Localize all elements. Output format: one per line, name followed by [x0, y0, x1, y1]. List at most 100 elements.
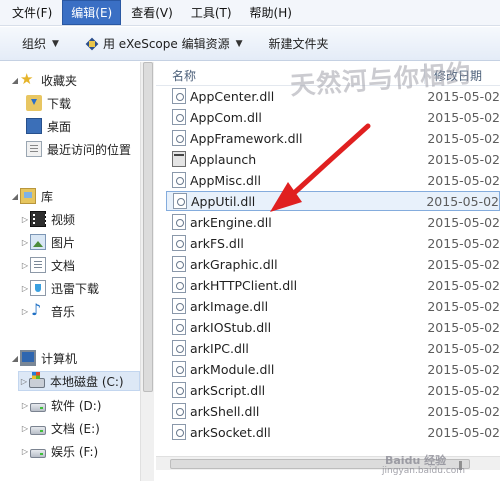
dll-file-icon: [172, 298, 186, 314]
nav-drive-c[interactable]: ▷ 本地磁盘 (C:): [18, 371, 140, 391]
nav-downloads[interactable]: 下载: [26, 93, 71, 113]
dll-file-icon: [172, 319, 186, 335]
nav-favorites[interactable]: ◢ 收藏夹: [10, 70, 77, 90]
file-list: AppCenter.dll 2015-05-02 AppCom.dll 2015-05…: [156, 86, 500, 456]
nav-label: 下载: [47, 96, 72, 111]
nav-computer[interactable]: ◢ 计算机: [10, 348, 77, 368]
file-name: AppUtil.dll: [191, 193, 256, 209]
nav-label: 库: [41, 189, 54, 204]
nav-scrollbar[interactable]: [140, 62, 154, 481]
open-with-button[interactable]: 用 eXeScope 编辑资源 ▼: [85, 35, 243, 52]
xunlei-download-icon: [30, 280, 46, 296]
desktop-icon: [26, 118, 42, 134]
open-with-label: 用 eXeScope 编辑资源: [102, 37, 230, 51]
file-name: AppFramework.dll: [190, 130, 303, 146]
file-name: arkShell.dll: [190, 403, 260, 419]
nav-label: 软件 (D:): [51, 398, 102, 413]
file-row[interactable]: AppFramework.dll 2015-05-02: [166, 128, 500, 148]
collapse-icon[interactable]: ◢: [10, 192, 20, 201]
library-icon: [20, 188, 36, 204]
file-name: AppMisc.dll: [190, 172, 261, 188]
file-row[interactable]: arkShell.dll 2015-05-02: [166, 401, 500, 421]
nav-label: 桌面: [47, 119, 72, 134]
file-row[interactable]: Applaunch 2015-05-02: [166, 149, 500, 169]
dll-file-icon: [172, 424, 186, 440]
nav-label: 计算机: [41, 351, 78, 366]
file-name: arkIPC.dll: [190, 340, 249, 356]
nav-library[interactable]: ◢ 库: [10, 186, 53, 206]
file-row[interactable]: arkModule.dll 2015-05-02: [166, 359, 500, 379]
menu-tools[interactable]: 工具(T): [183, 1, 240, 24]
expand-icon[interactable]: ▷: [19, 377, 29, 386]
organize-label: 组织: [22, 37, 47, 51]
chevron-down-icon: ▼: [235, 38, 243, 49]
file-row[interactable]: arkHTTPClient.dll 2015-05-02: [166, 275, 500, 295]
collapse-icon[interactable]: ◢: [10, 354, 20, 363]
dll-file-icon: [172, 277, 186, 293]
column-name[interactable]: 名称: [172, 67, 196, 84]
file-date: 2015-05-02: [427, 214, 500, 230]
nav-scrollbar-thumb[interactable]: [143, 62, 153, 392]
dll-file-icon: [173, 193, 187, 209]
file-row[interactable]: arkImage.dll 2015-05-02: [166, 296, 500, 316]
nav-recent[interactable]: 最近访问的位置: [26, 139, 131, 159]
file-date: 2015-05-02: [427, 424, 500, 440]
organize-button[interactable]: 组织 ▼: [22, 35, 59, 52]
file-row[interactable]: arkIOStub.dll 2015-05-02: [166, 317, 500, 337]
file-row[interactable]: AppMisc.dll 2015-05-02: [166, 170, 500, 190]
expand-icon[interactable]: ▷: [20, 238, 30, 247]
application-icon: [172, 151, 186, 167]
expand-icon[interactable]: ▷: [20, 307, 30, 316]
nav-label: 音乐: [51, 304, 76, 319]
expand-icon[interactable]: ▷: [20, 261, 30, 270]
file-row[interactable]: AppUtil.dll 2015-05-02: [166, 191, 500, 211]
nav-label: 迅雷下载: [51, 281, 100, 296]
file-date: 2015-05-02: [427, 235, 500, 251]
expand-icon[interactable]: ▷: [20, 447, 30, 456]
file-date: 2015-05-02: [427, 361, 500, 377]
nav-video[interactable]: ▷ 视频: [20, 209, 75, 229]
file-row[interactable]: arkIPC.dll 2015-05-02: [166, 338, 500, 358]
dll-file-icon: [172, 130, 186, 146]
nav-label: 收藏夹: [41, 73, 78, 88]
download-folder-icon: [26, 95, 42, 111]
menu-file[interactable]: 文件(F): [4, 1, 60, 24]
file-row[interactable]: AppCom.dll 2015-05-02: [166, 107, 500, 127]
menu-help[interactable]: 帮助(H): [242, 1, 300, 24]
menu-edit[interactable]: 编辑(E): [62, 0, 122, 25]
nav-xunlei[interactable]: ▷ 迅雷下载: [20, 278, 99, 298]
computer-icon: [20, 350, 36, 366]
file-row[interactable]: arkSocket.dll 2015-05-02: [166, 422, 500, 442]
nav-desktop[interactable]: 桌面: [26, 116, 71, 136]
nav-drive-e[interactable]: ▷ 文档 (E:): [20, 418, 100, 438]
file-date: 2015-05-02: [426, 193, 499, 209]
new-folder-button[interactable]: 新建文件夹: [269, 35, 329, 52]
nav-drive-d[interactable]: ▷ 软件 (D:): [20, 395, 102, 415]
nav-documents[interactable]: ▷ 文档: [20, 255, 75, 275]
nav-pictures[interactable]: ▷ 图片: [20, 232, 75, 252]
file-date: 2015-05-02: [427, 340, 500, 356]
collapse-icon[interactable]: ◢: [10, 76, 20, 85]
nav-label: 文档: [51, 258, 76, 273]
nav-music[interactable]: ▷ 音乐: [20, 300, 76, 321]
chevron-down-icon: ▼: [52, 38, 59, 49]
drive-icon: [30, 449, 46, 458]
file-row[interactable]: arkGraphic.dll 2015-05-02: [166, 254, 500, 274]
dll-file-icon: [172, 382, 186, 398]
expand-icon[interactable]: ▷: [20, 424, 30, 433]
dll-file-icon: [172, 361, 186, 377]
file-row[interactable]: arkEngine.dll 2015-05-02: [166, 212, 500, 232]
file-row[interactable]: arkFS.dll 2015-05-02: [166, 233, 500, 253]
file-name: arkModule.dll: [190, 361, 275, 377]
file-row[interactable]: arkScript.dll 2015-05-02: [166, 380, 500, 400]
file-name: arkSocket.dll: [190, 424, 271, 440]
nav-drive-f[interactable]: ▷ 娱乐 (F:): [20, 441, 98, 461]
expand-icon[interactable]: ▷: [20, 401, 30, 410]
system-drive-icon: [29, 372, 45, 388]
file-name: arkIOStub.dll: [190, 319, 272, 335]
menu-view[interactable]: 查看(V): [123, 1, 181, 24]
expand-icon[interactable]: ▷: [20, 284, 30, 293]
file-name: arkFS.dll: [190, 235, 244, 251]
expand-icon[interactable]: ▷: [20, 215, 30, 224]
recent-places-icon: [26, 141, 42, 157]
